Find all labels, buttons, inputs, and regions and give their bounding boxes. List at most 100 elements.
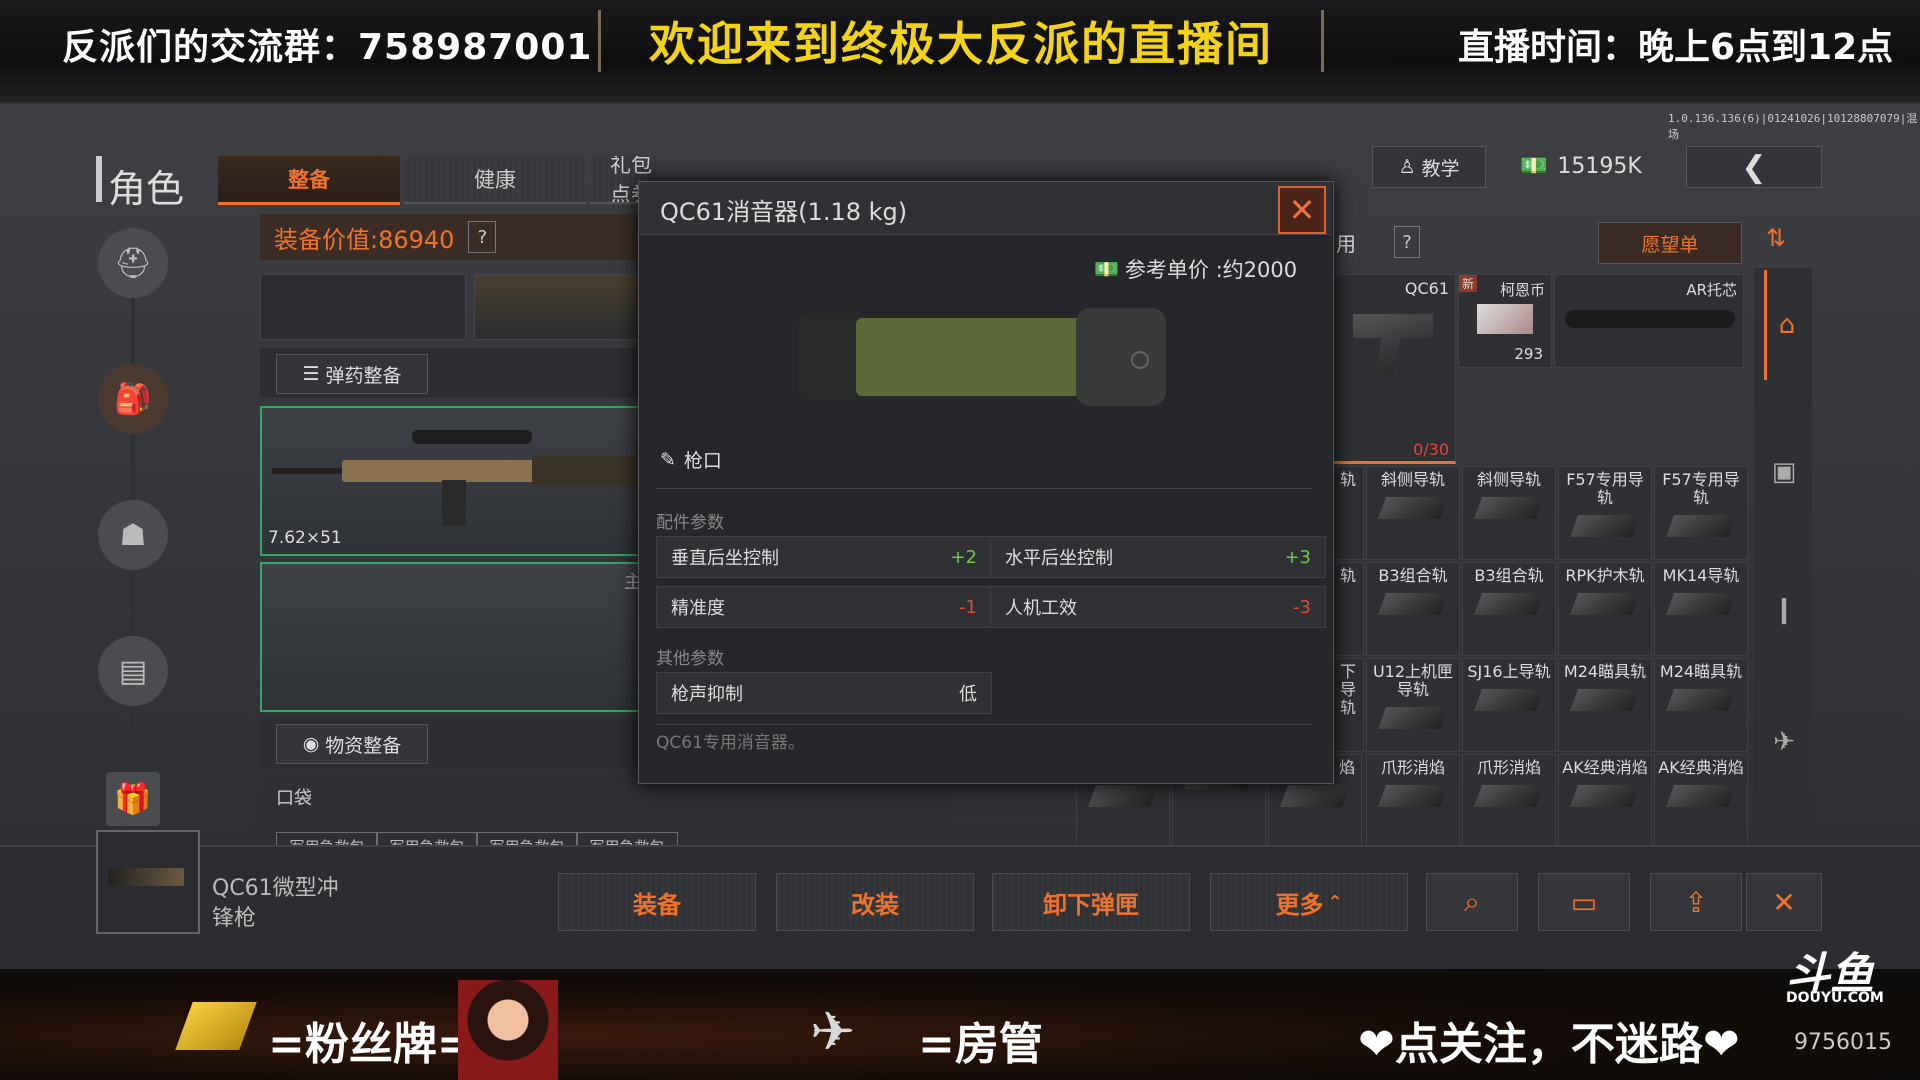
item-label: 轨 [1339, 566, 1356, 585]
case-icon[interactable]: ▤ [98, 636, 168, 706]
rail-image [1569, 593, 1641, 615]
grid-item[interactable]: MK14导轨 [1654, 562, 1748, 656]
home-icon[interactable]: ⌂ [1764, 270, 1807, 380]
tab-loadout[interactable]: 整备 [218, 156, 400, 205]
gift-icon[interactable]: 🎁 [106, 772, 160, 826]
tutorial-icon: ♙ [1398, 156, 1416, 178]
tab-health[interactable]: 健康 [404, 156, 586, 204]
grid-item[interactable]: B3组合轨 [1462, 562, 1556, 656]
param-row: 精准度 -1 [656, 586, 992, 628]
item-label: 下导轨 [1339, 662, 1356, 717]
slot-type-label: 枪口 [683, 450, 722, 472]
loadout-value: 装备价值:86940 ? [260, 214, 654, 260]
supply-button[interactable]: ◉ 物资整备 [276, 724, 428, 764]
grid-item[interactable]: 轨 [1332, 562, 1364, 656]
schedule-text: 直播时间：晚上6点到12点 [1458, 27, 1894, 68]
flash-hider-image [1569, 785, 1641, 807]
rifle-icon[interactable]: ✈ [1764, 722, 1804, 762]
share-icon: ⇪ [1684, 885, 1708, 919]
grid-item[interactable]: 下导轨 [1332, 658, 1364, 752]
container-icon[interactable]: ▣ [1764, 452, 1804, 492]
backpack-icon[interactable]: 🎒 [98, 364, 168, 434]
ammo-count: 0/30 [1413, 440, 1449, 459]
item-label: 斜侧导轨 [1476, 470, 1541, 489]
item-label: F57专用导轨 [1662, 470, 1740, 507]
avatar [458, 980, 558, 1080]
welcome-text: 欢迎来到终极大反派的直播间 [649, 17, 1273, 71]
rail-image [1569, 515, 1641, 537]
item-label: U12上机匣导轨 [1372, 662, 1454, 699]
muzzle-image [1279, 785, 1351, 807]
ammo-button[interactable]: ☰ 弹药整备 [276, 354, 428, 394]
grid-item[interactable]: AK经典消焰 [1558, 754, 1652, 848]
equip-button[interactable]: 装备 [558, 873, 756, 931]
grid-item[interactable]: 斜侧导轨 [1366, 466, 1460, 560]
headset-slot[interactable] [260, 274, 466, 340]
grid-item[interactable]: AK经典消焰 [1654, 754, 1748, 848]
flash-hider-image [1473, 785, 1545, 807]
help-icon[interactable]: ? [468, 221, 497, 253]
item-label: AK经典消焰 [1658, 758, 1744, 777]
modal-close-button[interactable]: ✕ [1278, 186, 1326, 234]
param-name: 垂直后坐控制 [671, 548, 779, 569]
grid-item[interactable]: 轨 [1332, 466, 1364, 560]
room-id: 9756015 [1794, 1030, 1892, 1055]
share-button[interactable]: ⇪ [1650, 873, 1742, 931]
param-value: +3 [1284, 546, 1311, 568]
unload-magazine-button[interactable]: 卸下弹匣 [992, 873, 1190, 931]
inventory-help-icon[interactable]: ? [1394, 226, 1420, 258]
welcome-banner: 欢迎来到终极大反派的直播间 [598, 10, 1324, 72]
sort-icon[interactable]: ⇅ [1766, 224, 1786, 252]
grid-item[interactable]: RPK护木轨 [1558, 562, 1652, 656]
item-label: MK14导轨 [1662, 566, 1740, 585]
item-label: M24瞄具轨 [1563, 662, 1647, 681]
grid-item[interactable]: U12上机匣导轨 [1366, 658, 1460, 752]
discard-button[interactable]: ✕ [1746, 873, 1822, 931]
inventory-item-qc61[interactable]: QC61 0/30 [1332, 274, 1456, 464]
secondary-weapon-slot[interactable]: 主 [260, 562, 642, 712]
version-text: 1.0.136.136(6)|01241026|10128807079|混场 [1668, 112, 1918, 141]
inventory-item-ar-buffer[interactable]: AR托芯 [1554, 274, 1744, 368]
param-section-title: 配件参数 [656, 513, 724, 533]
grid-item[interactable]: 爪形消焰 [1366, 754, 1460, 848]
armor-icon[interactable]: ☗ [98, 500, 168, 570]
inventory-item-coin[interactable]: 新 柯恩币 293 [1458, 274, 1552, 368]
grid-item[interactable]: M24瞄具轨 [1558, 658, 1652, 752]
selected-item-thumbnail[interactable] [96, 830, 200, 934]
grid-item[interactable]: F57专用导轨 [1558, 466, 1652, 560]
grid-item[interactable]: 斜侧导轨 [1462, 466, 1556, 560]
item-label: B3组合轨 [1474, 566, 1544, 585]
suppressor-image [798, 308, 1166, 406]
belt-slot[interactable] [474, 274, 640, 340]
more-button[interactable]: 更多 ⌃ [1210, 873, 1408, 931]
ammo-icon[interactable]: ❙ [1764, 590, 1804, 630]
admin-text: =房管 [918, 1019, 1043, 1070]
grid-item[interactable]: B3组合轨 [1366, 562, 1460, 656]
grid-item[interactable]: F57专用导轨 [1654, 466, 1748, 560]
coin-stack-image [1477, 304, 1533, 334]
grid-item[interactable]: M24瞄具轨 [1654, 658, 1748, 752]
param-value: -1 [959, 596, 977, 618]
wishlist-button[interactable]: 愿望单 [1598, 222, 1742, 264]
rail-image [1665, 515, 1737, 537]
grid-item[interactable]: SJ16上导轨 [1462, 658, 1556, 752]
param-value: +2 [950, 546, 977, 568]
storage-button[interactable]: ▭ [1538, 873, 1630, 931]
param-name: 枪声抑制 [671, 684, 743, 705]
back-button[interactable]: ❮ [1686, 146, 1822, 188]
helmet-icon[interactable]: ⛑ [98, 228, 168, 298]
selected-item-name: QC61微型冲 锋枪 [212, 874, 339, 934]
cash-icon: 💵 [1094, 257, 1119, 281]
item-description: QC61专用消音器。 [656, 733, 805, 753]
wrench-icon: ✎ [660, 448, 676, 471]
grid-item[interactable]: 爪形消焰 [1462, 754, 1556, 848]
search-button[interactable]: ⌕ [1426, 873, 1518, 931]
follow-text: 点关注，不迷路 [1394, 1019, 1703, 1070]
primary-weapon-slot[interactable]: 7.62×51 [260, 406, 642, 556]
modify-button[interactable]: 改装 [776, 873, 974, 931]
currency-display: 💵 15195K [1520, 146, 1656, 186]
follow-reminder: ❤点关注，不迷路❤ [1358, 1008, 1740, 1072]
chevron-up-icon: ⌃ [1327, 891, 1343, 913]
tutorial-button[interactable]: ♙ 教学 [1372, 146, 1486, 188]
item-label: 爪形消焰 [1476, 758, 1541, 777]
